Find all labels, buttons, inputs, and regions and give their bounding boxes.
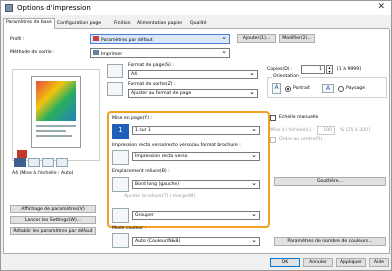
profile-select[interactable]: Paramètres par défaut [90,34,230,44]
landscape-label: Paysage [346,86,366,91]
page-format-label: Format de page(S) : [128,63,174,68]
printer-icon [5,4,13,12]
color-icon [17,150,27,158]
manual-scale-label: Echelle manuelle [279,115,319,120]
preview-caption: A4 (Mise à l'échelle : Auto) [12,171,74,176]
profile-icon [93,36,99,41]
collate-icon [112,208,129,223]
duplex-select[interactable]: Impression recto verso [132,152,260,161]
copies-stepper[interactable]: ▴ ▾ [326,65,333,74]
output-method-label: Méthode de sortie : [10,50,55,55]
page-layout-label: Mise en page(Y) : [112,116,152,121]
center-label: Ordre au centre(R) [279,137,323,142]
modify-profile-button[interactable]: Modifier(2)... [279,34,315,43]
duplex-label: Impression recto verso/recto verso/au fo… [112,143,241,148]
settings-view-button[interactable]: Affichage de paramètres(V) [10,205,96,213]
copies-input[interactable]: 1 [301,65,325,74]
print-options-window: Options d'impression ✕ Paramètres de bas… [0,0,392,271]
cancel-button[interactable]: Annuler [303,258,333,267]
preview-line [36,135,72,137]
tab-finishing[interactable]: Finition [112,20,133,29]
portrait-label: Portrait [293,86,310,91]
page-preview [31,76,81,148]
preview-area [12,69,100,161]
tab-page-setup[interactable]: Configuration page [55,20,103,29]
output-method-value: Imprimer [101,52,123,57]
profile-value: Paramètres par défaut [101,38,153,43]
landscape-radio[interactable] [338,86,344,92]
duplex-icon [112,150,129,165]
preview-line [36,125,76,127]
printer-view-icon[interactable] [14,158,26,167]
binding-select[interactable]: Bord long (gauche) [132,180,260,189]
color-mode-label: Mode couleur : [112,226,147,231]
preview-image [36,81,76,121]
tab-bar: Paramètres de base Configuration page Fi… [3,18,389,29]
page-format-select[interactable]: A4 [128,70,258,79]
scale-label: Mise à l'échelle(L) : [270,128,315,133]
settings-view-icon[interactable] [42,158,54,167]
color-mode-icon [112,233,129,248]
title-bar: Options d'impression ✕ [1,1,391,15]
binding-icon [112,177,129,192]
restore-defaults-button[interactable]: Rétablir les paramètres par défaut [10,227,96,235]
collate-select[interactable]: Grouper [132,211,260,220]
center-checkbox[interactable] [270,137,276,143]
tab-quality[interactable]: Qualité [188,20,209,29]
add-profile-button[interactable]: Ajouter(1)... [237,34,276,43]
manual-scale-checkbox[interactable] [270,115,276,121]
layout-view-icon[interactable] [28,158,40,167]
preview-line [36,130,66,132]
portrait-radio[interactable] [285,86,291,92]
binding-label: Emplacement reliure(B) : [112,169,170,174]
profile-label: Profil : [10,37,25,42]
paper-size-icon [107,64,123,78]
ok-button[interactable]: OK [270,258,300,267]
gutter-button[interactable]: Gouttière... [274,177,386,186]
orientation-label: Orientation [272,74,300,79]
portrait-icon: A [272,83,281,94]
scale-input[interactable]: 100 [317,126,335,135]
output-format-label: Format de sortie(Z) : [128,82,176,87]
color-mode-select[interactable]: Auto (Couleur/N&B) [132,237,260,246]
basic-settings-panel: Profil : Paramètres par défaut Ajouter(1… [3,29,390,254]
tab-paper-source[interactable]: Alimentation papier [135,20,184,29]
page-layout-icon: 1 [112,124,129,139]
paper-view-icon[interactable] [56,158,68,167]
printer-settings-button[interactable]: Lancer les Settings(W)... [10,216,96,224]
color-count-button[interactable]: Paramètres de nombre de couleurs... [274,237,386,246]
copies-range: [1 à 9999] [337,67,361,72]
tab-basic-settings[interactable]: Paramètres de base [3,18,55,29]
page-layout-select[interactable]: 1 sur 1 [132,126,260,135]
help-button[interactable]: Aide [369,258,389,267]
window-title: Options d'impression [17,4,91,12]
landscape-icon: A [322,84,334,93]
apply-button[interactable]: Appliquer [336,258,366,267]
binding-extra-label: Ajuster la reliure(T) / marge(M) [124,194,196,199]
output-format-select[interactable]: Ajuster au format de page [128,89,258,98]
output-size-icon [107,82,123,96]
scale-range: % [25 à 200] [340,128,370,133]
copies-label: Copies(D) : [267,67,293,72]
close-icon[interactable]: ✕ [377,2,385,12]
preview-toolbar [14,158,100,168]
print-icon [93,50,99,55]
output-method-select[interactable]: Imprimer [90,48,230,58]
